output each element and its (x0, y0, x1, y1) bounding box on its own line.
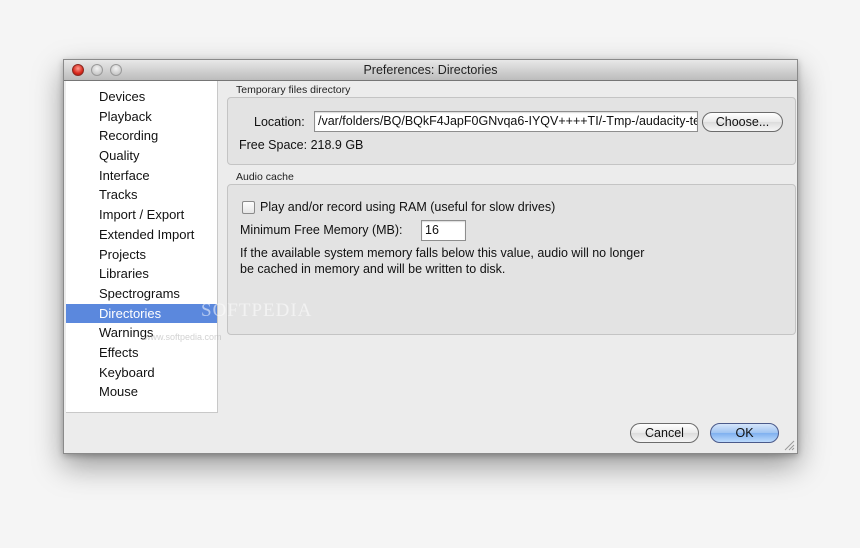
choose-directory-button[interactable]: Choose... (702, 112, 783, 132)
temp-dir-group-label: Temporary files directory (236, 84, 351, 96)
sidebar-item-playback[interactable]: Playback (66, 107, 217, 127)
preferences-window: Preferences: Directories Devices Playback… (63, 59, 798, 454)
resize-grip-icon[interactable] (784, 440, 795, 451)
location-label: Location: (254, 115, 305, 129)
ram-cache-checkbox[interactable] (242, 201, 255, 214)
sidebar-item-effects[interactable]: Effects (66, 343, 217, 363)
min-free-memory-input[interactable]: 16 (421, 220, 466, 241)
sidebar-item-extended-import[interactable]: Extended Import (66, 225, 217, 245)
zoom-window-button[interactable] (110, 64, 122, 76)
audio-cache-help-line2: be cached in memory and will be written … (240, 262, 506, 276)
sidebar-item-warnings[interactable]: Warnings (66, 323, 217, 343)
sidebar-item-devices[interactable]: Devices (66, 87, 217, 107)
sidebar-item-mouse[interactable]: Mouse (66, 382, 217, 402)
min-free-memory-label: Minimum Free Memory (MB): (240, 223, 403, 237)
preferences-category-list[interactable]: Devices Playback Recording Quality Interface… (66, 81, 218, 413)
ok-button[interactable]: OK (710, 423, 779, 443)
location-input[interactable]: /var/folders/BQ/BQkF4JapF0GNvqa6-IYQV+++… (314, 111, 698, 132)
free-space-value: 218.9 GB (310, 138, 364, 152)
sidebar-item-interface[interactable]: Interface (66, 166, 217, 186)
audio-cache-group-label: Audio cache (236, 171, 294, 183)
sidebar-item-spectrograms[interactable]: Spectrograms (66, 284, 217, 304)
sidebar-item-import-export[interactable]: Import / Export (66, 205, 217, 225)
sidebar-item-quality[interactable]: Quality (66, 146, 217, 166)
sidebar-item-recording[interactable]: Recording (66, 126, 217, 146)
window-title: Preferences: Directories (363, 63, 498, 77)
free-space-label: Free Space: 218.9 GB (239, 138, 363, 152)
sidebar-item-tracks[interactable]: Tracks (66, 185, 217, 205)
audio-cache-help-line1: If the available system memory falls bel… (240, 246, 645, 260)
ram-cache-label[interactable]: Play and/or record using RAM (useful for… (260, 200, 555, 214)
sidebar-item-libraries[interactable]: Libraries (66, 264, 217, 284)
minimize-window-button[interactable] (91, 64, 103, 76)
close-window-button[interactable] (72, 64, 84, 76)
free-space-caption: Free Space: (239, 138, 308, 152)
cancel-button[interactable]: Cancel (630, 423, 699, 443)
sidebar-item-projects[interactable]: Projects (66, 245, 217, 265)
sidebar-item-keyboard[interactable]: Keyboard (66, 363, 217, 383)
title-bar[interactable]: Preferences: Directories (64, 60, 797, 81)
sidebar-item-directories[interactable]: Directories (66, 303, 217, 324)
